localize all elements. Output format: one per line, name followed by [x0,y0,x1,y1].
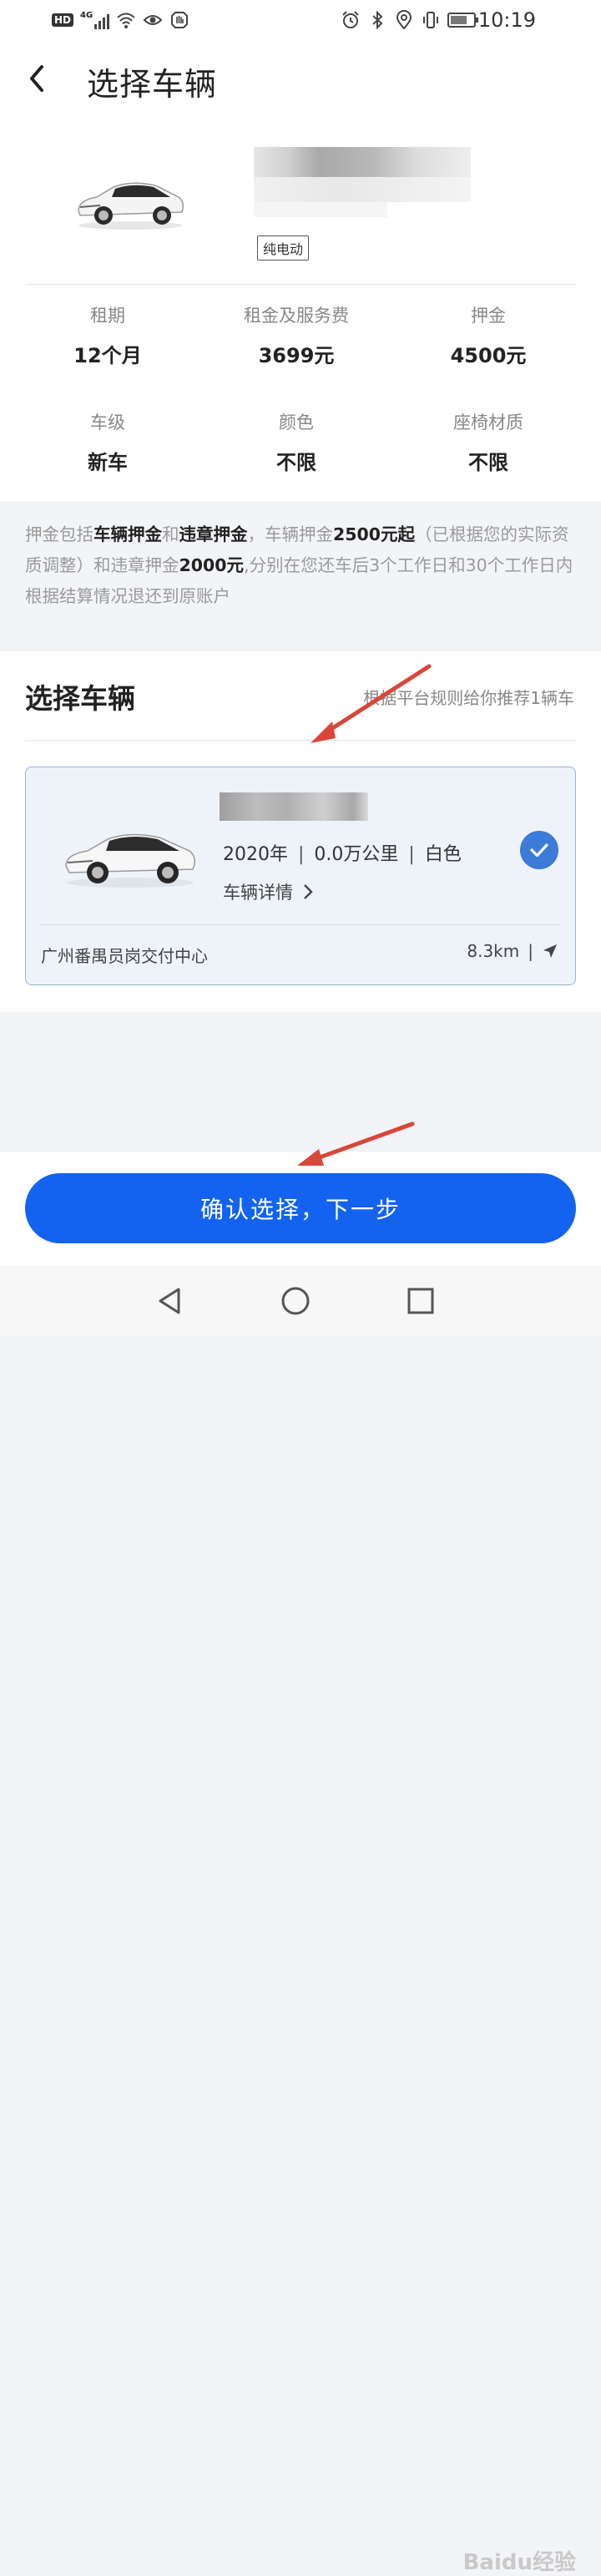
note-bold: 违章押金 [179,524,248,544]
status-bar: HD 4G 10:19 [0,0,601,43]
location-icon [396,10,412,30]
deposit-note-text: 押金包括车辆押金和违章押金，车辆押金2500元起（已根据您的实际资质调整）和违章… [25,519,576,612]
spec-label: 押金 [471,306,506,326]
eye-icon [143,15,163,25]
spec-color: 颜色 不限 [200,409,392,475]
spec-value: 新车 [88,451,128,474]
confirm-next-button[interactable]: 确认选择，下一步 [25,1173,576,1243]
spec-label: 座椅材质 [453,412,523,433]
vehicle-name-redacted [254,147,471,177]
bottom-action-bar: 确认选择，下一步 [0,1152,601,1266]
selected-check-icon[interactable] [520,831,558,869]
watermark: Baidu经验 [462,2550,576,2575]
back-button[interactable] [22,60,55,97]
spec-value: 不限 [468,451,508,474]
divider [41,924,560,925]
bluetooth-icon [372,10,383,30]
vehicle-color: 白色 [424,844,462,865]
spec-label: 车级 [90,412,125,433]
nav-home-icon[interactable] [279,1284,312,1318]
note-text: ，车辆押金 [247,524,334,544]
nav-header: 选择车辆 [0,43,601,116]
signal-icon: 4G [80,11,110,29]
spec-value: 12个月 [73,344,142,367]
navigation-arrow-icon[interactable] [542,943,558,959]
note-bold: 车辆押金 [93,524,162,544]
separator: | [298,844,305,865]
vehicle-detail-label: 车辆详情 [223,883,293,903]
vehicle-summary: 纯电动 租期 12个月 租金及服务费 3699元 押金 4500元 车级 新车 … [0,115,601,501]
spec-deposit: 押金 4500元 [392,302,584,368]
distance-value: 8.3km [467,941,520,961]
system-nav-bar: Baidu经验 [0,1266,601,2575]
spec-label: 租期 [90,306,125,326]
note-bold: 2000元 [179,555,245,575]
note-text: 和 [162,524,179,544]
divider [25,284,576,285]
vehicle-name-redacted-line3 [254,202,387,217]
vibrate-icon [423,12,438,28]
vehicle-year: 2020年 [223,844,288,865]
spec-value: 不限 [276,451,316,474]
pickup-location: 广州番禺员岗交付中心 [41,946,208,966]
select-vehicle-section: 选择车辆 根据平台规则给你推荐1辆车 2020年 | 0.0万公里 | 白色 车辆详情 … [0,651,601,1012]
network-type: 4G [80,11,93,20]
vehicle-detail-link[interactable]: 车辆详情 [223,879,315,904]
spec-label: 租金及服务费 [244,306,349,326]
vehicle-name-redacted-line2 [254,177,471,202]
alarm-icon [342,11,359,28]
vehicle-card[interactable]: 2020年 | 0.0万公里 | 白色 车辆详情 广州番禺员岗交付中心 8.3km | [25,767,576,985]
section-hint: 根据平台规则给你推荐1辆车 [363,688,574,708]
vehicle-info: 2020年 | 0.0万公里 | 白色 [223,839,462,866]
chevron-right-icon [304,884,313,899]
nav-recents-icon[interactable] [404,1284,437,1318]
separator: | [408,844,415,865]
spec-rent: 租金及服务费 3699元 [200,302,392,368]
deposit-note: 押金包括车辆押金和违章押金，车辆押金2500元起（已根据您的实际资质调整）和违章… [0,501,601,651]
spec-lease-term: 租期 12个月 [12,302,204,368]
energy-tag: 纯电动 [257,235,310,261]
spec-value: 3699元 [258,344,335,367]
nav-back-icon[interactable] [154,1284,187,1318]
chevron-left-icon [30,65,43,92]
separator: | [528,941,533,961]
distance: 8.3km | [467,941,558,961]
note-text: 押金包括 [25,524,93,544]
wifi-icon [117,13,135,28]
battery-icon [447,13,478,28]
hd-badge: HD [52,13,74,27]
note-bold: 2500元起 [333,524,416,544]
divider [25,740,576,741]
car-image [65,833,195,888]
car-image [78,182,184,230]
hand-icon [171,12,189,28]
vehicle-mileage: 0.0万公里 [314,844,399,865]
spec-seat: 座椅材质 不限 [392,409,584,475]
spec-label: 颜色 [279,412,314,433]
vehicle-plate-redacted [220,792,368,821]
section-title: 选择车辆 [25,682,135,715]
clock: 10:19 [477,8,536,32]
spec-value: 4500元 [450,344,527,367]
spec-grade: 车级 新车 [12,409,204,475]
page-title: 选择车辆 [87,66,218,103]
